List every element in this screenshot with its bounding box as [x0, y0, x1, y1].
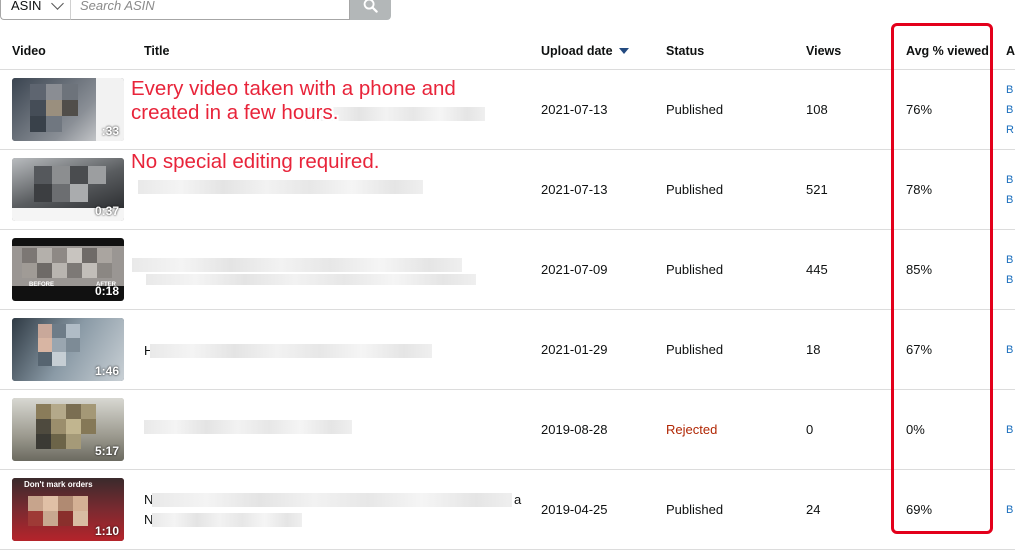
- col-status: Status: [666, 44, 705, 58]
- upload-date: 2021-07-09: [541, 262, 608, 277]
- title-redacted: [132, 258, 462, 272]
- action-link[interactable]: B: [1006, 80, 1014, 100]
- title-redacted: [152, 513, 302, 527]
- search-type-select[interactable]: ASIN: [0, 0, 70, 20]
- video-duration: 0:37: [94, 204, 119, 218]
- table-row: Don't mark orders 1:10 N N a 2019-04-25 …: [0, 470, 1015, 550]
- search-type-value: ASIN: [11, 0, 42, 13]
- title-redacted: [144, 420, 352, 434]
- chevron-down-icon: [51, 0, 64, 10]
- table-row: 1:46 H 2021-01-29 Published 18 67% B: [0, 310, 1015, 390]
- col-video: Video: [12, 44, 46, 58]
- action-link[interactable]: B: [1006, 270, 1013, 290]
- row-actions: B: [1006, 340, 1013, 360]
- row-actions: B: [1006, 420, 1013, 440]
- video-duration: 1:10: [94, 524, 119, 538]
- table-row: BEFORE AFTER 0:18 2021-07-09 Published 4…: [0, 230, 1015, 310]
- avg-viewed-highlight-box: [891, 23, 993, 534]
- upload-date: 2019-08-28: [541, 422, 608, 437]
- action-link[interactable]: B: [1006, 500, 1013, 520]
- action-link[interactable]: B: [1006, 250, 1013, 270]
- search-icon: [363, 0, 378, 13]
- status: Published: [666, 262, 724, 277]
- video-duration: 1:46: [94, 364, 119, 378]
- table-row: 5:17 2019-08-28 Rejected 0 0% B: [0, 390, 1015, 470]
- status: Published: [666, 102, 724, 117]
- row-actions: B B R: [1006, 80, 1014, 140]
- status: Published: [666, 502, 724, 517]
- video-thumbnail[interactable]: 5:17: [12, 398, 124, 461]
- video-thumbnail[interactable]: Don't mark orders 1:10: [12, 478, 124, 541]
- table-header: Video Title Upload date Status Views Avg…: [0, 30, 1015, 70]
- video-thumbnail[interactable]: 0:37: [12, 158, 124, 221]
- title-text-suffix: a: [514, 492, 522, 507]
- status: Published: [666, 182, 724, 197]
- col-views: Views: [806, 44, 842, 58]
- action-link[interactable]: B: [1006, 170, 1013, 190]
- action-link[interactable]: R: [1006, 120, 1014, 140]
- status: Rejected: [666, 422, 718, 437]
- views: 108: [806, 102, 828, 117]
- upload-date: 2021-01-29: [541, 342, 608, 357]
- video-duration: :33: [101, 124, 119, 138]
- sort-desc-icon: [618, 48, 629, 54]
- video-duration: 5:17: [94, 444, 119, 458]
- title-redacted: [150, 344, 432, 358]
- upload-date: 2019-04-25: [541, 502, 608, 517]
- upload-date: 2021-07-13: [541, 182, 608, 197]
- views: 445: [806, 262, 828, 277]
- annotation-line-3: No special editing required.: [131, 150, 380, 173]
- row-actions: B B: [1006, 170, 1013, 210]
- views: 0: [806, 422, 814, 437]
- col-actions: A: [1006, 44, 1015, 58]
- video-duration: 0:18: [94, 284, 119, 298]
- row-actions: B: [1006, 500, 1013, 520]
- annotation-line-2: created in a few hours.: [131, 101, 339, 124]
- views: 24: [806, 502, 821, 517]
- thumb-caption-top: Don't mark orders: [24, 480, 93, 489]
- action-link[interactable]: B: [1006, 340, 1013, 360]
- action-link[interactable]: B: [1006, 190, 1013, 210]
- upload-date: 2021-07-13: [541, 102, 608, 117]
- title-redacted: [138, 180, 423, 194]
- status: Published: [666, 342, 724, 357]
- col-upload-date[interactable]: Upload date: [541, 44, 629, 58]
- annotation-line-1: Every video taken with a phone and: [131, 77, 456, 100]
- thumb-caption-before: BEFORE: [29, 282, 55, 288]
- video-thumbnail[interactable]: :33: [12, 78, 124, 141]
- views: 18: [806, 342, 821, 357]
- action-link[interactable]: B: [1006, 420, 1013, 440]
- title-redacted: [146, 274, 476, 285]
- col-upload-date-label: Upload date: [541, 44, 613, 58]
- row-actions: B B: [1006, 250, 1013, 290]
- search-button[interactable]: [350, 0, 391, 20]
- action-link[interactable]: B: [1006, 100, 1014, 120]
- search-input[interactable]: [70, 0, 350, 20]
- search-bar: ASIN: [0, 0, 391, 20]
- col-title: Title: [144, 44, 170, 58]
- video-thumbnail[interactable]: 1:46: [12, 318, 124, 381]
- video-thumbnail[interactable]: BEFORE AFTER 0:18: [12, 238, 124, 301]
- views: 521: [806, 182, 828, 197]
- title-redacted: [152, 493, 512, 507]
